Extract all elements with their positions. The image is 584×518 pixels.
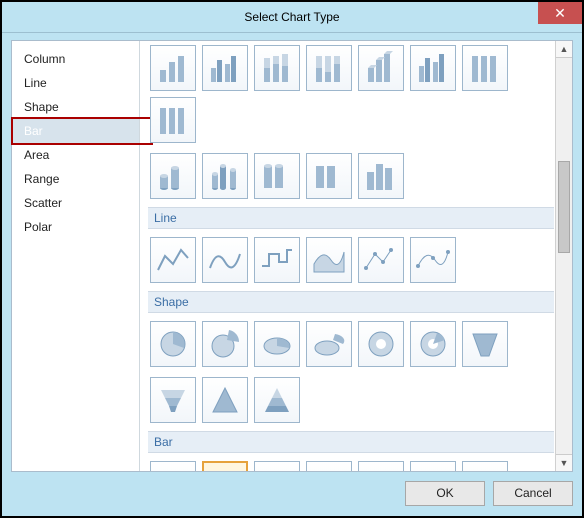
doughnut-icon <box>363 326 399 362</box>
chart-cylinder-2[interactable] <box>202 153 248 199</box>
point-line-icon <box>363 242 399 278</box>
category-scatter[interactable]: Scatter <box>12 191 139 215</box>
gallery-scroll-area: Line Shape <box>148 41 554 471</box>
bar-cyl-icon <box>467 466 503 471</box>
column-icon <box>207 50 243 86</box>
funnel-stacked-icon <box>155 382 191 418</box>
chart-bar-cyl-1[interactable] <box>462 461 508 471</box>
chart-gallery: Line Shape <box>140 41 572 471</box>
dialog-footer: OK Cancel <box>11 478 573 508</box>
category-polar[interactable]: Polar <box>12 215 139 239</box>
doughnut-exploded-icon <box>415 326 451 362</box>
bar-stacked-icon <box>207 466 243 471</box>
category-bar[interactable]: Bar <box>12 119 139 143</box>
pie-icon <box>155 326 191 362</box>
chart-column-6[interactable] <box>410 45 456 91</box>
chart-line-1[interactable] <box>150 237 196 283</box>
cylinder-icon <box>207 158 243 194</box>
chart-line-6[interactable] <box>410 237 456 283</box>
chart-line-4[interactable] <box>306 237 352 283</box>
category-range[interactable]: Range <box>12 167 139 191</box>
cylinder-icon <box>155 158 191 194</box>
chart-bar-stacked[interactable] <box>202 461 248 471</box>
scroll-thumb[interactable] <box>558 161 570 253</box>
chart-funnel-1[interactable] <box>462 321 508 367</box>
chart-bar-3d-100[interactable] <box>410 461 456 471</box>
chart-column-8[interactable] <box>150 97 196 143</box>
step-line-icon <box>259 242 295 278</box>
chart-column-5[interactable] <box>358 45 404 91</box>
column-3d-icon <box>363 50 399 86</box>
chart-doughnut-1[interactable] <box>358 321 404 367</box>
scroll-up-button[interactable]: ▲ <box>556 41 572 58</box>
scroll-down-button[interactable]: ▼ <box>556 454 572 471</box>
chart-doughnut-2[interactable] <box>410 321 456 367</box>
column-icon <box>155 50 191 86</box>
area-line-icon <box>311 242 347 278</box>
column-3d-icon <box>415 50 451 86</box>
pyramid-stacked-icon <box>259 382 295 418</box>
chart-column-1[interactable] <box>150 45 196 91</box>
chart-pie-4[interactable] <box>306 321 352 367</box>
chart-pyramid-2[interactable] <box>254 377 300 423</box>
chart-column-2[interactable] <box>202 45 248 91</box>
category-column[interactable]: Column <box>12 47 139 71</box>
titlebar: Select Chart Type ✕ <box>2 2 582 33</box>
chart-category-list: Column Line Shape Bar Area Range Scatter… <box>12 41 140 471</box>
column-3d-icon <box>155 102 191 138</box>
section-header-shape: Shape <box>148 291 554 313</box>
bar-3d-icon <box>311 466 347 471</box>
section-header-bar: Bar <box>148 431 554 453</box>
category-shape[interactable]: Shape <box>12 95 139 119</box>
column-3d-icon <box>467 50 503 86</box>
point-spline-icon <box>415 242 451 278</box>
chart-line-2[interactable] <box>202 237 248 283</box>
chart-bar-3d-stacked[interactable] <box>358 461 404 471</box>
pyramid-icon <box>207 382 243 418</box>
pie-3d-exploded-icon <box>311 326 347 362</box>
chart-bar-clustered[interactable] <box>150 461 196 471</box>
gallery-scrollbar[interactable]: ▲ ▼ <box>555 41 572 471</box>
spline-icon <box>207 242 243 278</box>
chart-cylinder-3[interactable] <box>254 153 300 199</box>
category-area[interactable]: Area <box>12 143 139 167</box>
cylinder-icon <box>311 158 347 194</box>
chart-pie-1[interactable] <box>150 321 196 367</box>
bar-100-icon <box>259 466 295 471</box>
chart-bar-3d[interactable] <box>306 461 352 471</box>
chart-column-7[interactable] <box>462 45 508 91</box>
column-icon <box>259 50 295 86</box>
bar-icon <box>155 466 191 471</box>
chart-column-4[interactable] <box>306 45 352 91</box>
line-icon <box>155 242 191 278</box>
dialog-client-area: Column Line Shape Bar Area Range Scatter… <box>11 40 573 472</box>
pie-exploded-icon <box>207 326 243 362</box>
section-header-line: Line <box>148 207 554 229</box>
category-line[interactable]: Line <box>12 71 139 95</box>
close-icon: ✕ <box>554 5 566 22</box>
bar-3d-stacked-icon <box>363 466 399 471</box>
funnel-icon <box>467 326 503 362</box>
chart-pyramid-1[interactable] <box>202 377 248 423</box>
chart-bar-100stacked[interactable] <box>254 461 300 471</box>
cancel-button[interactable]: Cancel <box>493 481 573 506</box>
close-button[interactable]: ✕ <box>538 2 582 24</box>
chart-cylinder-5[interactable] <box>358 153 404 199</box>
select-chart-type-dialog: Select Chart Type ✕ Column Line Shape Ba… <box>0 0 584 518</box>
chart-funnel-2[interactable] <box>150 377 196 423</box>
chart-cylinder-1[interactable] <box>150 153 196 199</box>
chart-cylinder-4[interactable] <box>306 153 352 199</box>
bar-3d-100-icon <box>415 466 451 471</box>
cylinder-icon <box>363 158 399 194</box>
pie-3d-icon <box>259 326 295 362</box>
chart-pie-3[interactable] <box>254 321 300 367</box>
column-icon <box>311 50 347 86</box>
cylinder-icon <box>259 158 295 194</box>
ok-button[interactable]: OK <box>405 481 485 506</box>
chart-column-3[interactable] <box>254 45 300 91</box>
chart-line-5[interactable] <box>358 237 404 283</box>
chart-pie-2[interactable] <box>202 321 248 367</box>
chart-line-3[interactable] <box>254 237 300 283</box>
dialog-title: Select Chart Type <box>244 10 339 24</box>
